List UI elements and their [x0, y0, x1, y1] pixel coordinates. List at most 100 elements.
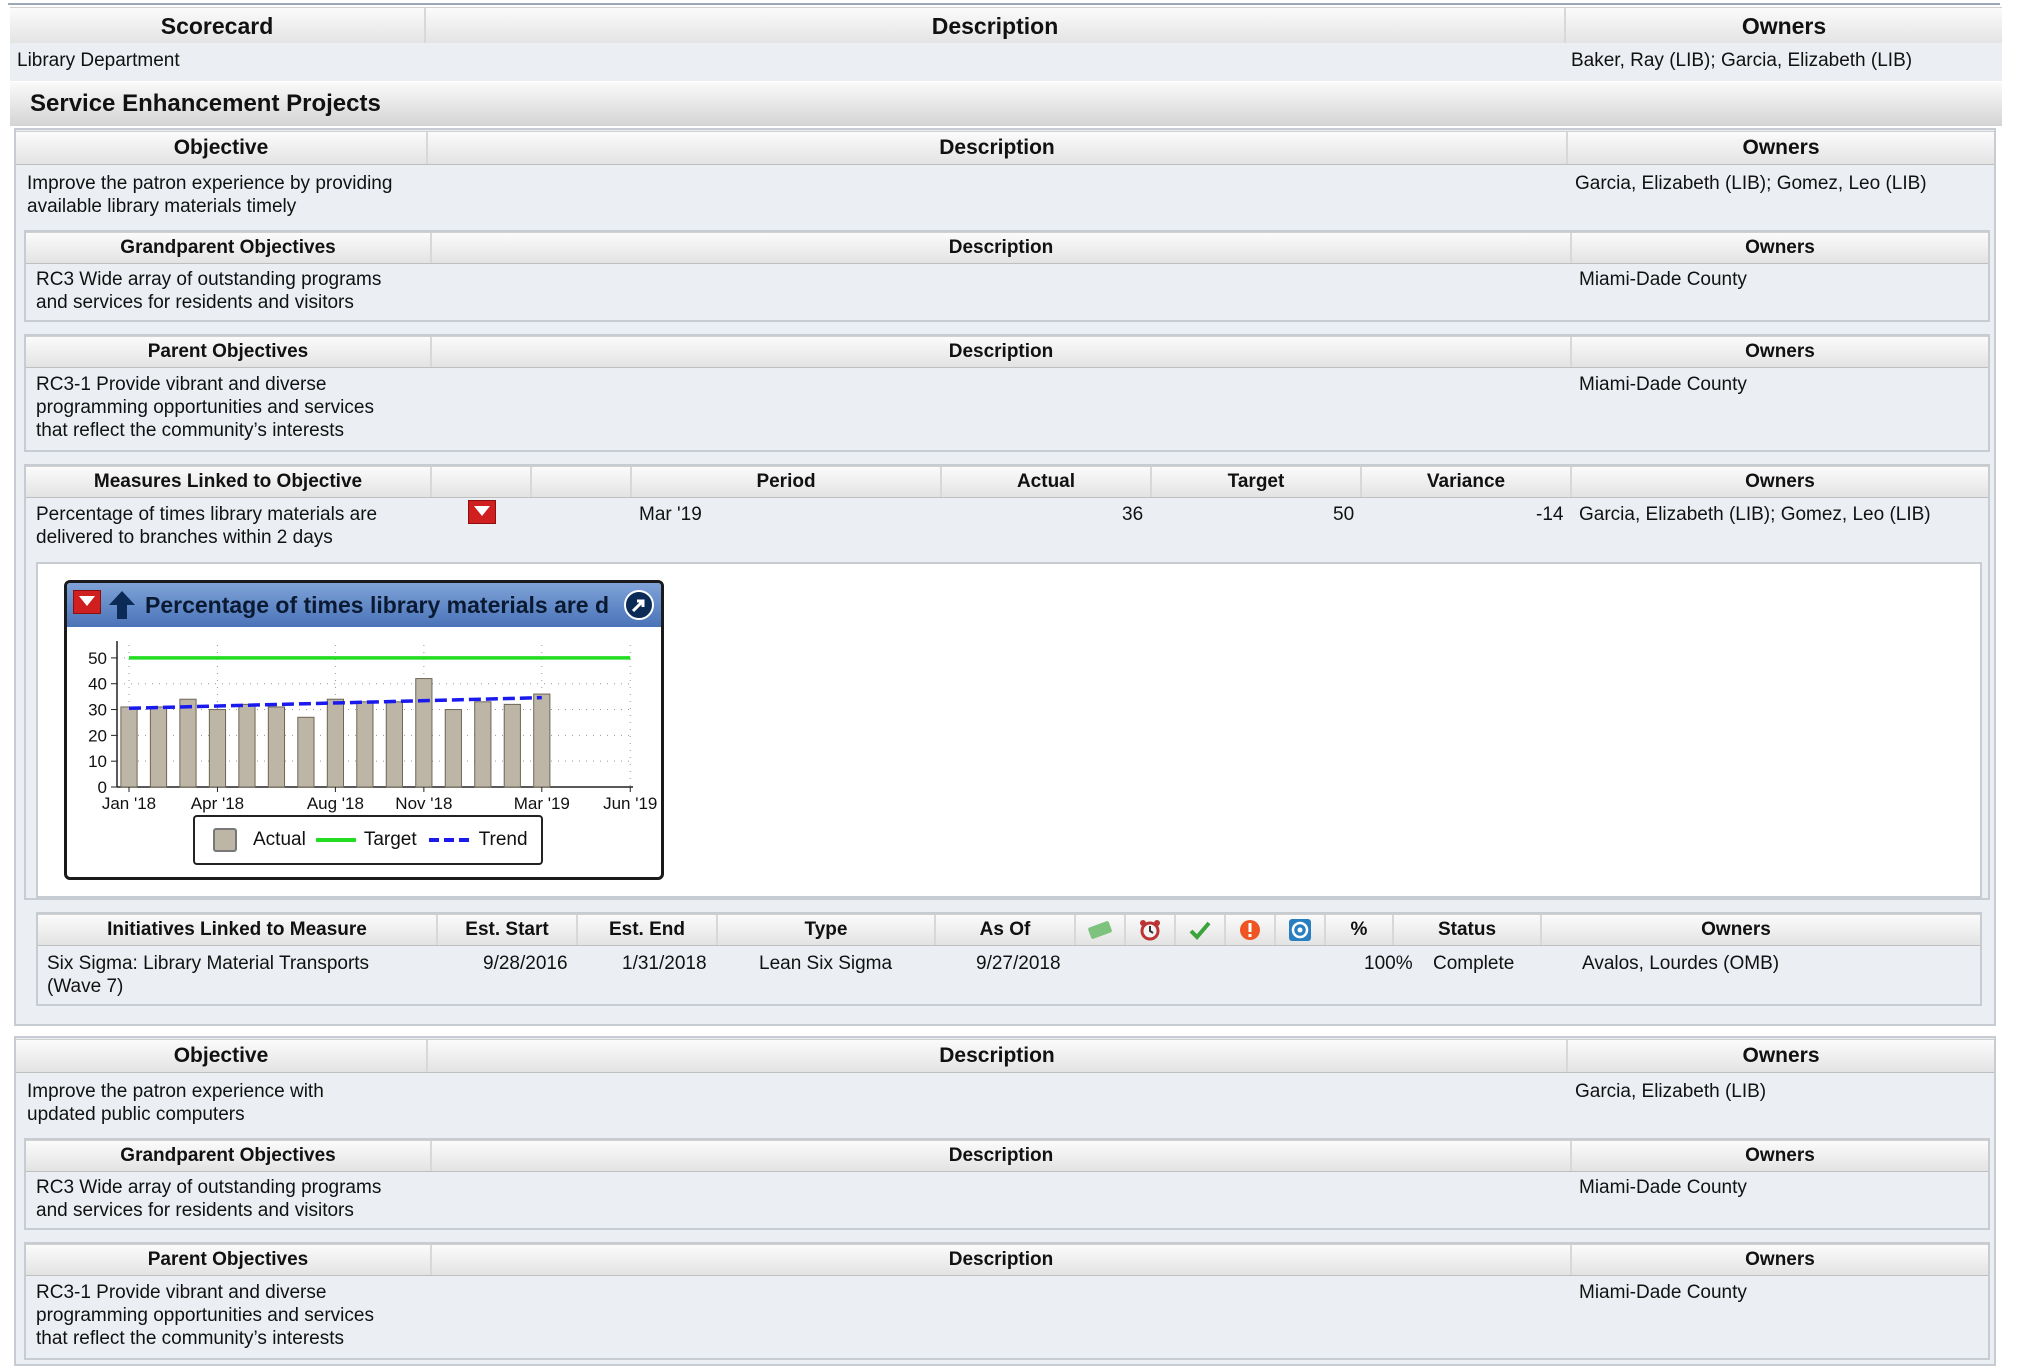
bar-actual	[208, 709, 227, 788]
measure-target: 50	[1333, 504, 1355, 525]
col-as-of[interactable]: As Of	[936, 915, 1076, 945]
col-scorecard[interactable]: Scorecard	[10, 8, 426, 44]
col-grandparent[interactable]: Grandparent Objectives	[26, 233, 432, 263]
measure-actual: 36	[1122, 504, 1144, 525]
col-grandparent[interactable]: Grandparent Objectives	[26, 1141, 432, 1171]
parent-text-2b: programming opportunities and services	[36, 1305, 374, 1326]
col-money-icon[interactable]	[1076, 915, 1126, 945]
col-owners[interactable]: Owners	[1572, 233, 1988, 263]
bar-actual	[120, 706, 138, 788]
col-period[interactable]: Period	[632, 467, 942, 497]
bar-actual	[326, 698, 345, 788]
bar-actual	[297, 716, 315, 788]
alarm-clock-icon	[1140, 920, 1160, 941]
parent-text-1c: that reflect the community’s interests	[36, 420, 344, 441]
initiative-as-of: 9/27/2018	[976, 953, 1061, 974]
objective-header-1: Objective Description Owners	[16, 131, 1994, 165]
col-owners[interactable]: Owners	[1542, 915, 1930, 945]
col-check-icon[interactable]	[1176, 915, 1226, 945]
col-description[interactable]: Description	[432, 1141, 1572, 1171]
col-owners[interactable]: Owners	[1572, 1141, 1988, 1171]
objective-name-2a[interactable]: Improve the patron experience with	[27, 1080, 324, 1103]
x-tick-label: Aug '18	[307, 794, 364, 813]
col-owners[interactable]: Owners	[1572, 1245, 1988, 1275]
objective-name-1b[interactable]: available library materials timely	[27, 195, 296, 218]
col-owners[interactable]: Owners	[1572, 337, 1988, 367]
measure-chart: Percentage of times library materials ar…	[64, 580, 664, 880]
grandparent-text-1b: and services for residents and visitors	[36, 292, 354, 313]
parent-text-2c: that reflect the community’s interests	[36, 1328, 344, 1349]
col-owners[interactable]: Owners	[1572, 467, 1988, 497]
target-icon	[1289, 919, 1311, 941]
col-est-start[interactable]: Est. Start	[438, 915, 578, 945]
col-target[interactable]: Target	[1152, 467, 1362, 497]
parent-text-1a: RC3-1 Provide vibrant and diverse	[36, 374, 327, 395]
checkmark-icon	[1189, 921, 1211, 940]
col-percent[interactable]: %	[1326, 915, 1394, 945]
up-arrow-icon	[109, 591, 135, 619]
col-description[interactable]: Description	[428, 132, 1568, 164]
initiative-type: Lean Six Sigma	[759, 953, 893, 974]
initiatives-header: Initiatives Linked to Measure Est. Start…	[38, 914, 1980, 946]
bar-actual	[238, 703, 256, 788]
col-objective[interactable]: Objective	[16, 1040, 428, 1072]
parent-header-1: Parent Objectives Description Owners	[26, 336, 1988, 368]
chart-flag-icon[interactable]	[73, 590, 101, 620]
initiative-name-a[interactable]: Six Sigma: Library Material Transports	[47, 952, 369, 975]
y-tick-label: 50	[88, 649, 107, 668]
col-description[interactable]: Description	[432, 337, 1572, 367]
col-target-icon[interactable]	[1276, 915, 1326, 945]
col-parent[interactable]: Parent Objectives	[26, 1245, 432, 1275]
objective-owners-2: Garcia, Elizabeth (LIB)	[1575, 1081, 1767, 1102]
initiative-est-end: 1/31/2018	[622, 953, 707, 974]
col-description[interactable]: Description	[426, 8, 1566, 44]
col-variance[interactable]: Variance	[1362, 467, 1572, 497]
grandparent-text-2b: and services for residents and visitors	[36, 1200, 354, 1221]
initiative-name-b[interactable]: (Wave 7)	[47, 975, 123, 998]
col-parent[interactable]: Parent Objectives	[26, 337, 432, 367]
grandparent-owners-2: Miami-Dade County	[1579, 1177, 1747, 1198]
objective-name-1a[interactable]: Improve the patron experience by providi…	[27, 172, 392, 195]
legend-target-label: Target	[363, 829, 417, 850]
col-actual[interactable]: Actual	[942, 467, 1152, 497]
legend-actual-swatch	[213, 828, 237, 852]
measures-header: Measures Linked to Objective Period Actu…	[26, 466, 1988, 498]
col-owners[interactable]: Owners	[1568, 132, 1994, 164]
col-type[interactable]: Type	[718, 915, 936, 945]
initiative-est-start: 9/28/2016	[483, 953, 568, 974]
col-description[interactable]: Description	[432, 233, 1572, 263]
legend-target-swatch	[315, 838, 356, 842]
col-description[interactable]: Description	[432, 1245, 1572, 1275]
parent-header-2: Parent Objectives Description Owners	[26, 1244, 1988, 1276]
col-alarm-icon[interactable]	[1126, 915, 1176, 945]
measure-variance: -14	[1536, 504, 1564, 525]
money-icon	[1088, 921, 1112, 939]
scorecard-owners: Baker, Ray (LIB); Garcia, Elizabeth (LIB…	[1571, 50, 1913, 71]
col-warning-icon[interactable]	[1226, 915, 1276, 945]
col-status[interactable]: Status	[1394, 915, 1542, 945]
bar-actual	[267, 706, 286, 788]
col-owners[interactable]: Owners	[1566, 8, 2002, 44]
bar-actual	[356, 701, 374, 788]
parent-owners-1: Miami-Dade County	[1579, 374, 1747, 395]
scorecard-name[interactable]: Library Department	[17, 49, 180, 72]
measure-status-flag-icon[interactable]	[468, 500, 496, 529]
col-initiatives[interactable]: Initiatives Linked to Measure	[38, 915, 438, 945]
measure-name-b[interactable]: delivered to branches within 2 days	[36, 526, 333, 549]
drill-in-icon[interactable]	[623, 589, 655, 621]
col-objective[interactable]: Objective	[16, 132, 428, 164]
initiative-status: Complete	[1433, 953, 1515, 974]
chart-titlebar[interactable]: Percentage of times library materials ar…	[67, 583, 661, 627]
objective-header-2: Objective Description Owners	[16, 1039, 1994, 1073]
col-description[interactable]: Description	[428, 1040, 1568, 1072]
warning-icon	[1240, 920, 1260, 940]
bar-actual	[179, 698, 197, 788]
measure-name-a[interactable]: Percentage of times library materials ar…	[36, 503, 377, 526]
col-owners[interactable]: Owners	[1568, 1040, 1994, 1072]
col-est-end[interactable]: Est. End	[578, 915, 718, 945]
col-measures[interactable]: Measures Linked to Objective	[26, 467, 432, 497]
bar-actual	[385, 701, 403, 788]
y-tick-label: 10	[88, 752, 107, 771]
x-tick-label: Apr '18	[191, 794, 244, 813]
objective-name-2b[interactable]: updated public computers	[27, 1103, 245, 1126]
